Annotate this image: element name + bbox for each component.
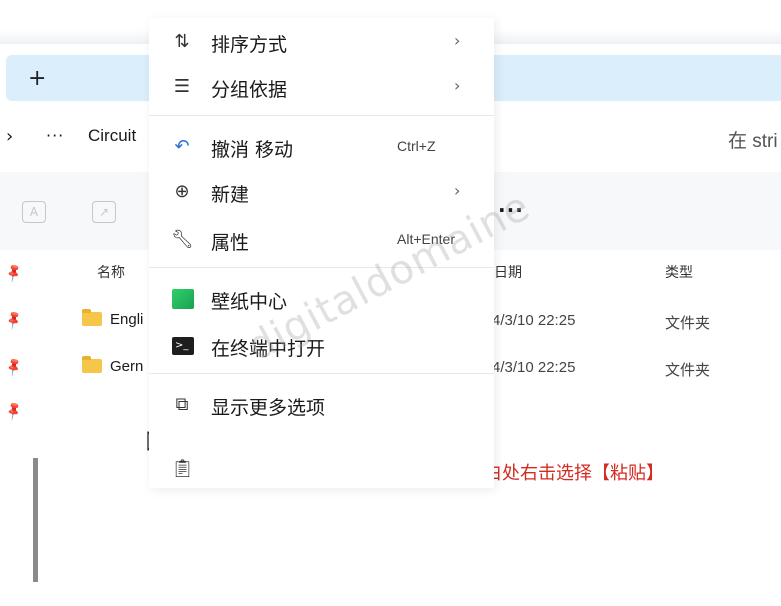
breadcrumb-folder[interactable]: Circuit <box>88 126 136 146</box>
file-type: 文件夹 <box>665 362 711 379</box>
wallpaper-icon <box>172 289 194 309</box>
navigation-scrollbar[interactable] <box>33 458 38 582</box>
file-name[interactable]: Gern <box>110 358 143 375</box>
pin-icon[interactable]: 📌 <box>3 263 25 285</box>
menu-item-paste[interactable]: 📋︎ <box>149 448 494 488</box>
menu-item-group-by[interactable]: ☰ 分组依据 › <box>149 66 494 106</box>
terminal-icon: >_ <box>172 337 194 355</box>
menu-item-label: 分组依据 <box>211 79 288 101</box>
more-options-icon: ⧉ <box>175 394 189 415</box>
new-icon: ⊕ <box>174 181 190 202</box>
chevron-right-icon: › <box>454 76 461 95</box>
menu-separator <box>149 373 494 374</box>
paste-icon: 📋︎ <box>171 458 194 479</box>
menu-item-label: 属性 <box>211 232 250 254</box>
pin-icon[interactable]: 📌 <box>3 357 25 379</box>
menu-item-label: 撤消 移动 <box>211 139 294 161</box>
file-type: 文件夹 <box>665 315 711 332</box>
shortcut-label: Ctrl+Z <box>397 138 436 154</box>
new-tab-button[interactable]: + <box>28 66 46 91</box>
pin-icon[interactable]: 📌 <box>3 310 25 332</box>
rename-icon[interactable]: A <box>22 201 46 223</box>
menu-item-undo-move[interactable]: ↶ 撤消 移动 Ctrl+Z <box>149 126 494 166</box>
menu-item-label: 排序方式 <box>211 34 288 56</box>
menu-item-label: 新建 <box>211 184 250 206</box>
wrench-icon: 🔧︎ <box>171 229 194 250</box>
breadcrumb-more-button[interactable]: ··· <box>46 126 64 145</box>
folder-icon <box>82 356 102 373</box>
folder-icon <box>82 309 102 326</box>
menu-item-show-more-options[interactable]: ⧉ 显示更多选项 <box>149 384 494 424</box>
menu-item-new[interactable]: ⊕ 新建 › <box>149 171 494 211</box>
group-icon: ☰ <box>173 76 191 97</box>
menu-item-sort-by[interactable]: ⇅ 排序方式 › <box>149 21 494 61</box>
search-input[interactable]: 在 stri <box>728 126 778 153</box>
sort-icon: ⇅ <box>174 31 190 52</box>
file-name[interactable]: Engli <box>110 311 143 328</box>
share-icon[interactable]: ↗ <box>92 201 116 223</box>
column-header-type[interactable]: 类型 <box>665 262 693 282</box>
chevron-right-icon: › <box>454 31 461 50</box>
menu-separator <box>149 115 494 116</box>
undo-icon: ↶ <box>174 136 190 157</box>
chevron-right-icon: › <box>454 181 461 200</box>
column-header-name[interactable]: 名称 <box>97 262 125 282</box>
column-header-date[interactable]: 日期 <box>494 262 522 282</box>
file-date: 4/3/10 22:25 <box>492 359 576 376</box>
menu-item-label: 显示更多选项 <box>211 397 326 419</box>
file-date: 4/3/10 22:25 <box>492 312 576 329</box>
breadcrumb-chevron-icon[interactable]: › <box>6 126 13 147</box>
pin-icon[interactable]: 📌 <box>3 401 25 423</box>
